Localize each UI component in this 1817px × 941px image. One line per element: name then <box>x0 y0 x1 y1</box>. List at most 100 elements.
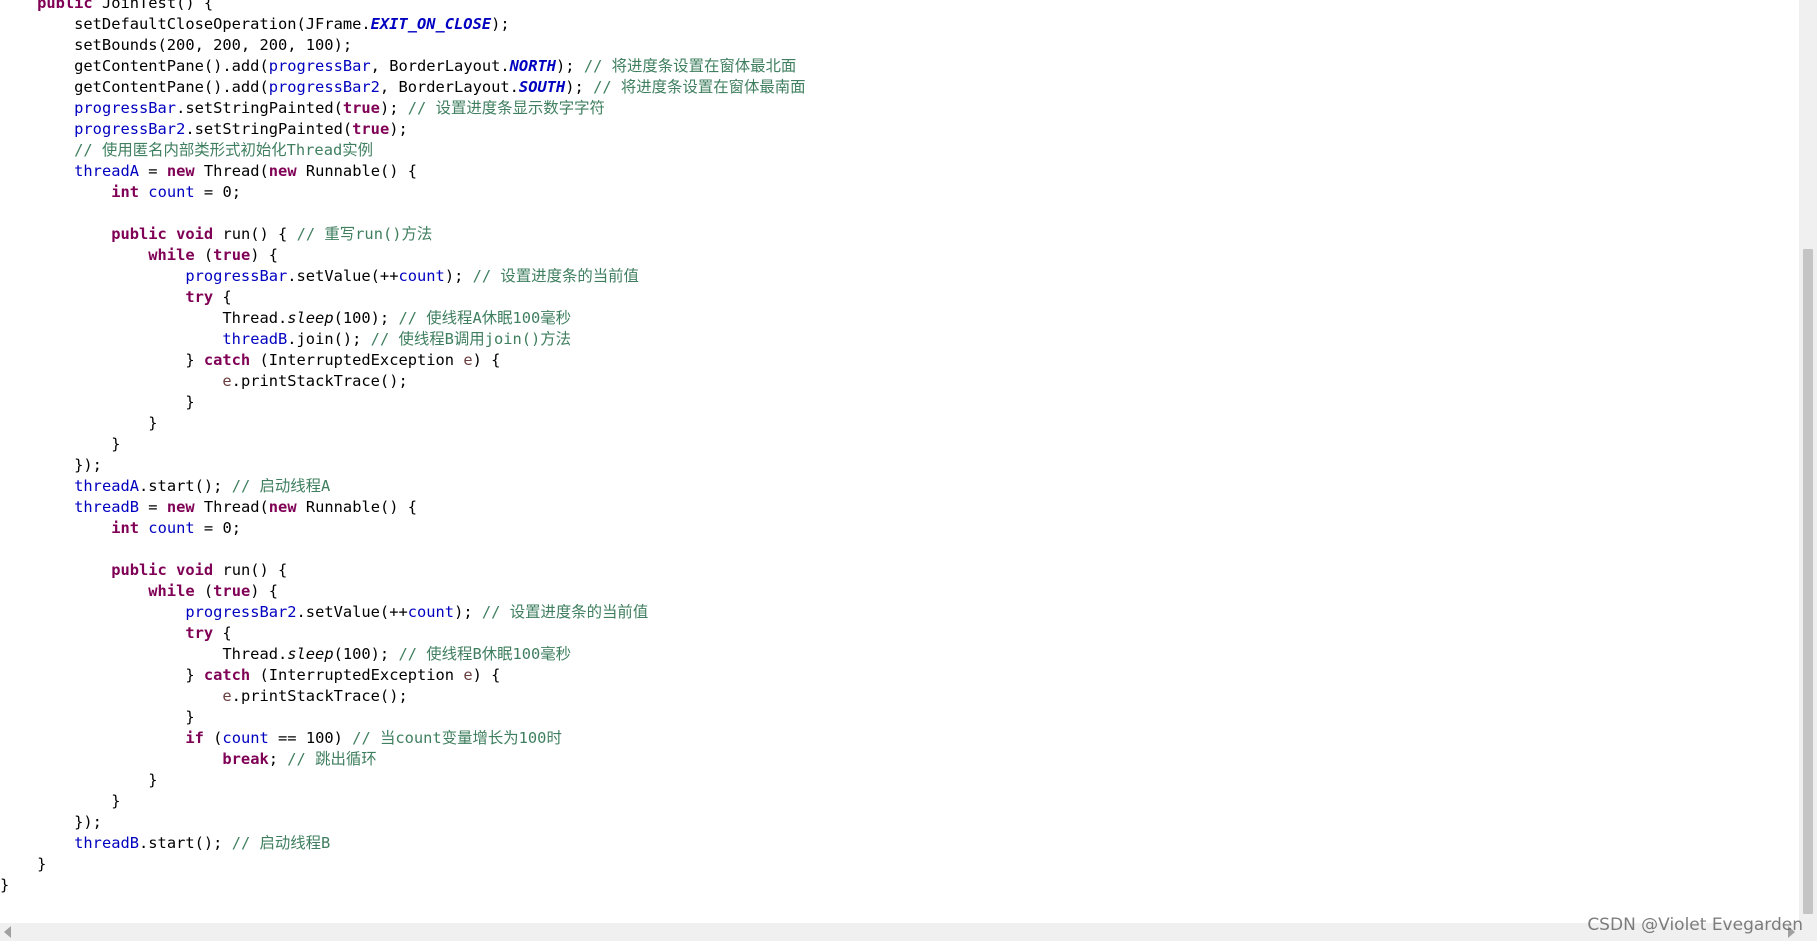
code-line[interactable]: progressBar2.setValue(++count); // 设置进度条… <box>0 602 1799 623</box>
code-token: int <box>111 183 140 201</box>
code-token: try <box>185 288 214 306</box>
code-line[interactable]: }); <box>0 455 1799 476</box>
code-line[interactable]: } <box>0 434 1799 455</box>
code-line[interactable]: } catch (InterruptedException e) { <box>0 350 1799 371</box>
code-token: .setValue(++ <box>296 603 408 621</box>
code-line[interactable]: progressBar2.setStringPainted(true); <box>0 119 1799 140</box>
code-line[interactable]: threadB.start(); // 启动线程B <box>0 833 1799 854</box>
code-line[interactable]: threadA.start(); // 启动线程A <box>0 476 1799 497</box>
code-line[interactable]: if (count == 100) // 当count变量增长为100时 <box>0 728 1799 749</box>
code-token: { <box>213 288 232 306</box>
code-line[interactable]: } <box>0 791 1799 812</box>
code-line[interactable]: threadA = new Thread(new Runnable() { <box>0 161 1799 182</box>
code-line[interactable]: e.printStackTrace(); <box>0 371 1799 392</box>
code-editor[interactable]: public JoinTest() { setDefaultCloseOpera… <box>0 0 1799 917</box>
code-line[interactable]: try { <box>0 287 1799 308</box>
code-line[interactable]: public void run() { <box>0 560 1799 581</box>
code-token: } <box>0 393 195 411</box>
vertical-scroll-thumb[interactable] <box>1803 249 1813 914</box>
code-token: .start(); <box>139 477 232 495</box>
code-token: ) { <box>472 666 501 684</box>
code-line[interactable]: setBounds(200, 200, 200, 100); <box>0 35 1799 56</box>
code-line[interactable]: e.printStackTrace(); <box>0 686 1799 707</box>
code-token: ); <box>379 99 408 117</box>
code-token: setDefaultCloseOperation(JFrame. <box>0 15 371 33</box>
code-line[interactable]: setDefaultCloseOperation(JFrame.EXIT_ON_… <box>0 14 1799 35</box>
code-line[interactable]: progressBar.setStringPainted(true); // 设… <box>0 98 1799 119</box>
code-token: ) { <box>250 582 279 600</box>
code-line[interactable]: Thread.sleep(100); // 使线程A休眠100毫秒 <box>0 308 1799 329</box>
code-line[interactable]: } <box>0 770 1799 791</box>
code-token: // 使线程B调用join()方法 <box>370 330 572 348</box>
code-token: = <box>139 162 167 180</box>
code-line[interactable]: break; // 跳出循环 <box>0 749 1799 770</box>
code-token: SOUTH <box>518 78 566 96</box>
code-line[interactable]: }); <box>0 812 1799 833</box>
code-token: ); <box>389 120 408 138</box>
code-line[interactable]: } <box>0 392 1799 413</box>
code-line[interactable]: public JoinTest() { <box>0 0 1799 14</box>
code-line[interactable]: Thread.sleep(100); // 使线程B休眠100毫秒 <box>0 644 1799 665</box>
code-line[interactable]: progressBar.setValue(++count); // 设置进度条的… <box>0 266 1799 287</box>
code-token: try <box>185 624 214 642</box>
code-token: catch <box>203 666 251 684</box>
code-line[interactable]: } <box>0 707 1799 728</box>
code-token: sleep <box>287 645 334 663</box>
code-line[interactable]: int count = 0; <box>0 182 1799 203</box>
code-token: }); <box>0 456 102 474</box>
code-token: (InterruptedException <box>250 351 464 369</box>
code-line[interactable]: } <box>0 413 1799 434</box>
code-token: progressBar2 <box>268 78 380 96</box>
code-line[interactable]: // 使用匿名内部类形式初始化Thread实例 <box>0 140 1799 161</box>
code-token: // 设置进度条的当前值 <box>472 267 639 285</box>
code-token: void <box>176 225 214 243</box>
code-line[interactable]: } <box>0 854 1799 875</box>
code-line[interactable]: public void run() { // 重写run()方法 <box>0 224 1799 245</box>
code-token: (100); <box>333 309 399 327</box>
code-line[interactable]: while (true) { <box>0 245 1799 266</box>
code-line[interactable]: } <box>0 875 1799 896</box>
code-line[interactable]: threadB.join(); // 使线程B调用join()方法 <box>0 329 1799 350</box>
watermark-text: CSDN @Violet Evegarden <box>1587 915 1803 935</box>
code-token: ; <box>268 750 288 768</box>
code-token: // 启动线程A <box>231 477 331 495</box>
scroll-left-icon[interactable] <box>4 926 11 938</box>
horizontal-scrollbar[interactable] <box>0 923 1799 941</box>
code-line[interactable]: while (true) { <box>0 581 1799 602</box>
code-token: // 重写run()方法 <box>296 225 433 243</box>
code-token: true <box>213 582 251 600</box>
code-line[interactable]: } catch (InterruptedException e) { <box>0 665 1799 686</box>
code-token: e <box>222 372 232 390</box>
code-token: .printStackTrace(); <box>231 687 408 705</box>
code-token: ( <box>194 246 214 264</box>
code-line[interactable]: getContentPane().add(progressBar2, Borde… <box>0 77 1799 98</box>
code-line[interactable]: getContentPane().add(progressBar, Border… <box>0 56 1799 77</box>
code-token: threadB <box>222 330 288 348</box>
code-token: catch <box>203 351 251 369</box>
code-line[interactable]: int count = 0; <box>0 518 1799 539</box>
code-token: Thread( <box>194 162 269 180</box>
code-line[interactable]: threadB = new Thread(new Runnable() { <box>0 497 1799 518</box>
code-token: JoinTest() { <box>92 0 214 12</box>
vertical-scrollbar[interactable] <box>1799 0 1817 923</box>
code-token: = 0; <box>194 183 241 201</box>
code-token: true <box>352 120 390 138</box>
code-line[interactable] <box>0 203 1799 224</box>
code-line[interactable]: try { <box>0 623 1799 644</box>
code-token: }); <box>0 813 102 831</box>
code-token: } <box>0 855 47 873</box>
code-token: ) { <box>472 351 501 369</box>
code-token: // 使线程A休眠100毫秒 <box>398 309 572 327</box>
code-line[interactable] <box>0 896 1799 917</box>
code-line[interactable] <box>0 539 1799 560</box>
code-token: // 启动线程B <box>231 834 331 852</box>
